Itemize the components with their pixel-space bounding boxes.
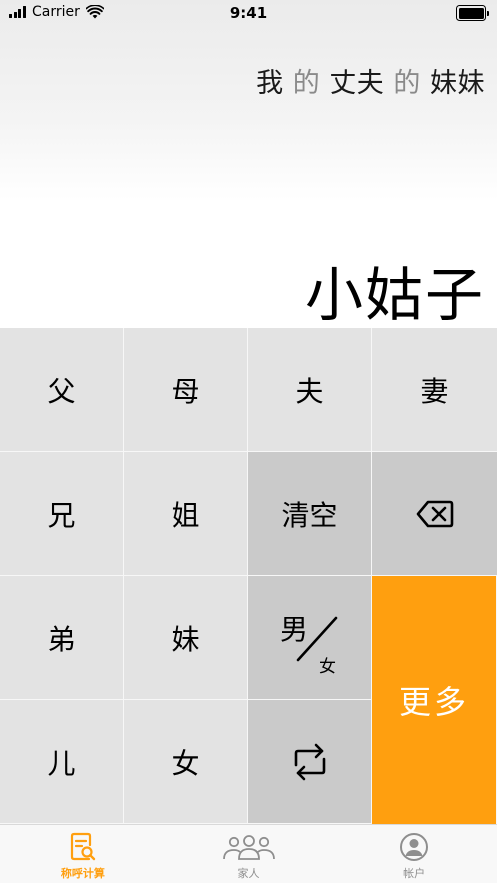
key-elder-sister[interactable]: 姐 bbox=[124, 452, 248, 576]
document-search-icon bbox=[70, 832, 96, 861]
key-daughter[interactable]: 女 bbox=[124, 700, 248, 824]
swap-icon bbox=[294, 743, 325, 780]
expression-connector: 的 bbox=[393, 68, 421, 99]
swap-button[interactable] bbox=[248, 700, 372, 824]
tab-label: 帐户 bbox=[403, 867, 426, 880]
key-husband[interactable]: 夫 bbox=[248, 328, 372, 452]
tab-label: 称呼计算 bbox=[60, 867, 105, 880]
account-icon bbox=[400, 833, 429, 861]
app-screen: 我 的 丈夫 的 妹妹 小姑子 Carrier 9:41 父 母 夫 妻 兄 姐… bbox=[0, 0, 497, 883]
calculator-display: 我 的 丈夫 的 妹妹 小姑子 bbox=[0, 0, 497, 329]
status-bar: Carrier 9:41 bbox=[0, 0, 497, 26]
key-wife[interactable]: 妻 bbox=[372, 328, 497, 452]
relation-result: 小姑子 bbox=[304, 261, 485, 329]
backspace-button[interactable] bbox=[372, 452, 497, 576]
relation-expression: 我 的 丈夫 的 妹妹 bbox=[256, 61, 485, 100]
tab-family[interactable]: 家人 bbox=[166, 825, 332, 883]
expression-term: 我 bbox=[256, 68, 284, 99]
key-mother[interactable]: 母 bbox=[124, 328, 248, 452]
expression-term: 妹妹 bbox=[430, 68, 485, 99]
tab-account[interactable]: 帐户 bbox=[331, 825, 497, 883]
status-time: 9:41 bbox=[229, 4, 268, 22]
backspace-icon bbox=[416, 500, 453, 527]
gender-female-label: 女 bbox=[319, 657, 336, 677]
tab-bar: 称呼计算 家人 帐户 bbox=[0, 824, 497, 883]
key-elder-brother[interactable]: 兄 bbox=[0, 452, 124, 576]
tab-relation-calculator[interactable]: 称呼计算 bbox=[0, 825, 166, 883]
key-father[interactable]: 父 bbox=[0, 328, 124, 452]
relation-keypad: 父 母 夫 妻 兄 姐 清空 弟 妹 男 女 更多 儿 女 bbox=[0, 328, 497, 824]
key-younger-sister[interactable]: 妹 bbox=[124, 576, 248, 700]
clear-button[interactable]: 清空 bbox=[248, 452, 372, 576]
more-button[interactable]: 更多 bbox=[372, 576, 497, 824]
tab-label: 家人 bbox=[237, 867, 260, 880]
gender-toggle-button[interactable]: 男 女 bbox=[248, 576, 372, 700]
expression-term: 丈夫 bbox=[329, 68, 385, 99]
key-son[interactable]: 儿 bbox=[0, 700, 124, 824]
people-group-icon bbox=[222, 835, 275, 860]
battery-icon bbox=[456, 5, 489, 21]
key-younger-brother[interactable]: 弟 bbox=[0, 576, 124, 700]
expression-connector: 的 bbox=[292, 68, 321, 99]
